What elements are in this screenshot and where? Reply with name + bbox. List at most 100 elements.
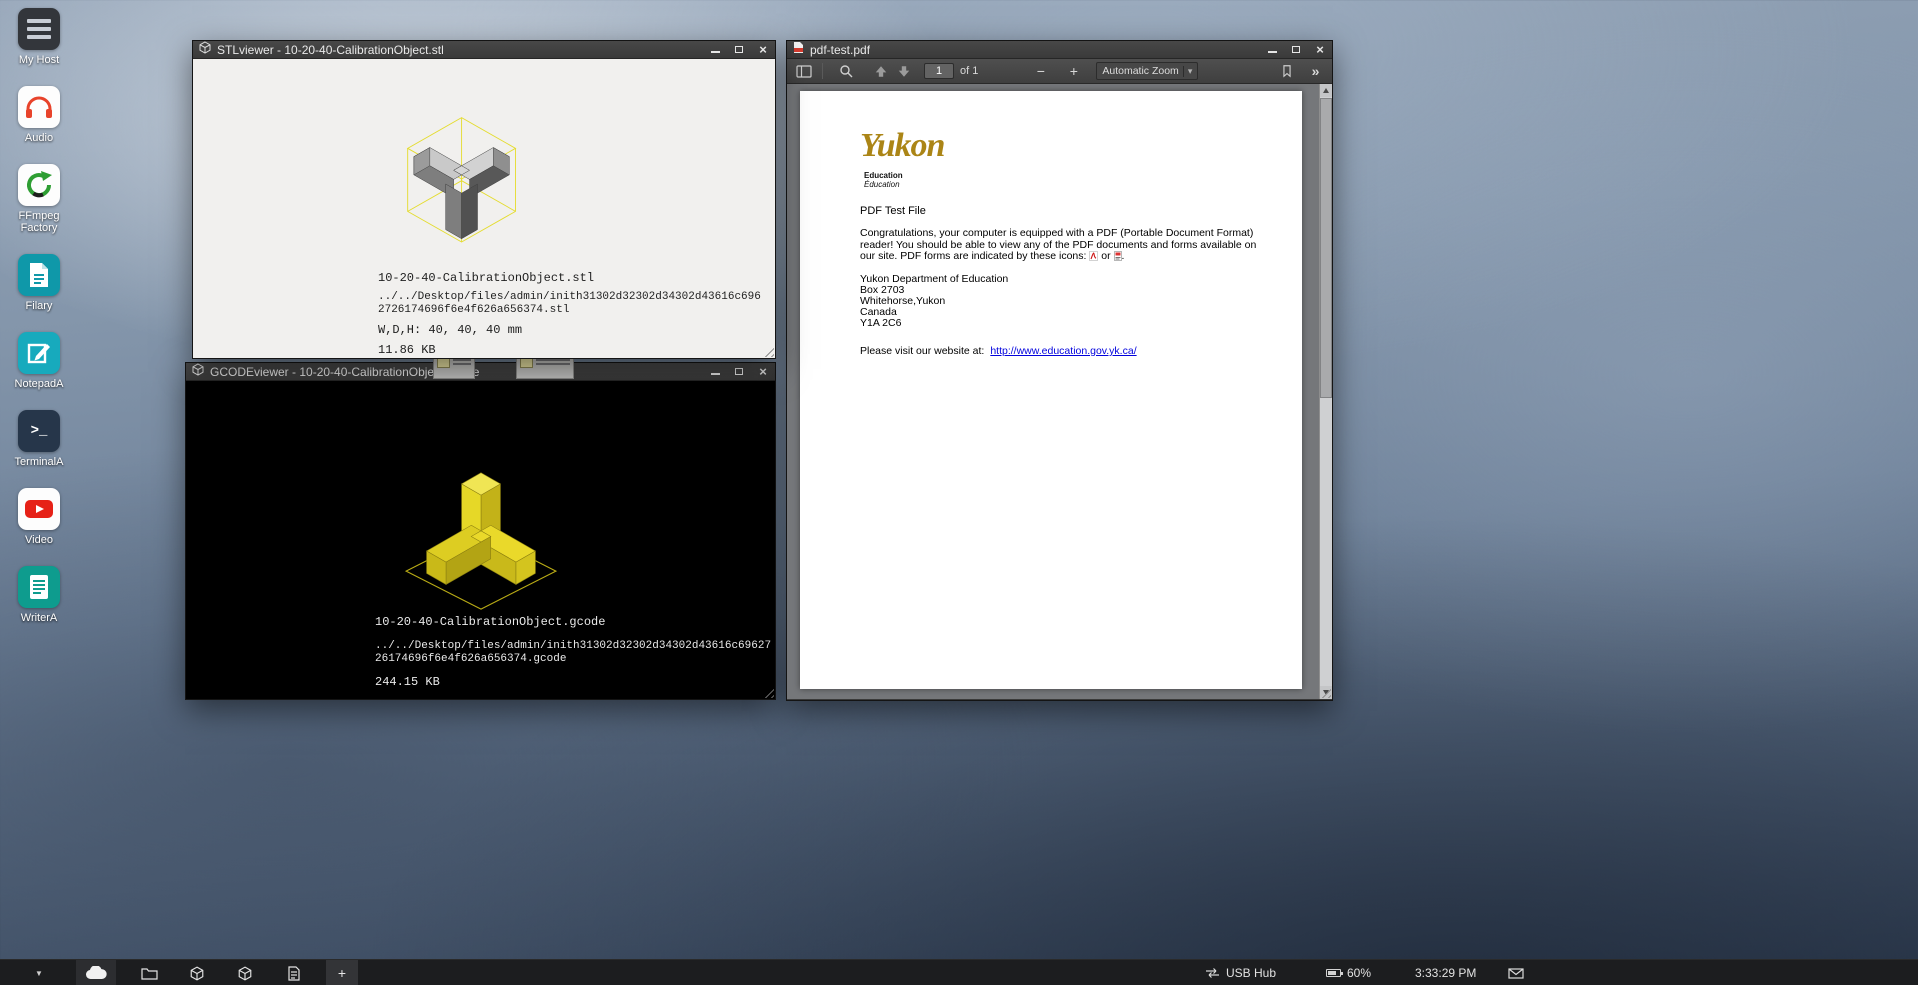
- desktop-icon-video[interactable]: Video: [18, 488, 60, 546]
- maximize-button[interactable]: [733, 44, 745, 56]
- taskbar-item-stlviewer[interactable]: [180, 960, 214, 985]
- battery-tray-item[interactable]: 60%: [1326, 960, 1371, 985]
- desktop-icon-label: TerminalA: [15, 456, 64, 468]
- close-button[interactable]: ×: [1314, 44, 1326, 56]
- mail-tray-item[interactable]: [1508, 960, 1524, 985]
- gcode-filename: 10-20-40-CalibrationObject.gcode: [375, 615, 771, 629]
- stl-titlebar[interactable]: STLviewer - 10-20-40-CalibrationObject.s…: [193, 41, 775, 59]
- document-heading: PDF Test File: [860, 205, 926, 217]
- cloud-icon: [85, 966, 107, 980]
- yukon-logo-subtitle-fr: Éducation: [864, 180, 900, 189]
- desktop-icon-my-host[interactable]: My Host: [18, 8, 60, 66]
- desktop-icon-label: My Host: [19, 54, 59, 66]
- desktop-icon-label: Audio: [25, 132, 53, 144]
- maximize-button[interactable]: [733, 366, 745, 378]
- headphones-icon: [18, 86, 60, 128]
- stl-dimensions: W,D,H: 40, 40, 40 mm: [378, 323, 761, 337]
- pdf-form-icon: [1114, 251, 1122, 265]
- page-number-input[interactable]: [924, 63, 954, 79]
- document-icon: [288, 966, 300, 981]
- scroll-up-arrow[interactable]: [1320, 84, 1332, 97]
- stl-file-info: 10-20-40-CalibrationObject.stl ../../Des…: [378, 271, 761, 357]
- zoom-out-button[interactable]: −: [1030, 61, 1051, 82]
- address-block: Yukon Department of Education Box 2703 W…: [860, 274, 1008, 329]
- website-link[interactable]: http://www.education.gov.yk.ca/: [990, 345, 1136, 357]
- desktop-icon-filary[interactable]: Filary: [18, 254, 60, 312]
- mail-icon: [1508, 968, 1524, 979]
- close-button[interactable]: ×: [757, 366, 769, 378]
- more-tools-button[interactable]: »: [1305, 61, 1326, 82]
- cube-icon: [192, 363, 204, 381]
- bookmark-icon[interactable]: [1276, 61, 1297, 82]
- gcode-titlebar[interactable]: GCODEviewer - 10-20-40-CalibrationObject…: [186, 363, 775, 381]
- stl-3d-preview: [377, 111, 547, 252]
- stlviewer-window: STLviewer - 10-20-40-CalibrationObject.s…: [192, 40, 776, 359]
- taskbar-item-gcodeviewer[interactable]: [228, 960, 262, 985]
- pdf-file-icon: [793, 41, 804, 59]
- stl-window-title: STLviewer - 10-20-40-CalibrationObject.s…: [217, 41, 444, 59]
- usb-icon: [1205, 967, 1220, 979]
- maximize-button[interactable]: [1290, 44, 1302, 56]
- usb-hub-label: USB Hub: [1226, 966, 1276, 980]
- gcode-viewport[interactable]: 10-20-40-CalibrationObject.gcode ../../D…: [186, 381, 775, 699]
- cube-icon: [190, 966, 204, 981]
- stl-filesize: 11.86 KB: [378, 343, 761, 357]
- minimize-button[interactable]: [1266, 44, 1278, 56]
- writer-icon: [18, 566, 60, 608]
- gcodeviewer-window: GCODEviewer - 10-20-40-CalibrationObject…: [185, 362, 776, 700]
- window-controls: ×: [1266, 44, 1326, 56]
- gcode-3d-preview: [386, 439, 576, 635]
- minimize-button[interactable]: [709, 44, 721, 56]
- resize-grip[interactable]: [761, 344, 774, 357]
- gcode-filepath: ../../Desktop/files/admin/inith31302d323…: [375, 640, 771, 666]
- cube-icon: [238, 966, 252, 981]
- desktop-icon-label: Filary: [26, 300, 53, 312]
- battery-icon: [1326, 969, 1341, 977]
- pdf-page: Yukon Education Éducation PDF Test File …: [800, 91, 1302, 689]
- taskbar-cloud-button[interactable]: [76, 960, 116, 985]
- desktop-icon-terminala[interactable]: >_ TerminalA: [15, 410, 64, 468]
- next-page-button[interactable]: [893, 61, 914, 82]
- pdf-window: pdf-test.pdf × of 1 − + Automatic Zoom ▾: [786, 40, 1333, 701]
- close-button[interactable]: ×: [757, 44, 769, 56]
- zoom-level-dropdown[interactable]: Automatic Zoom ▾: [1096, 62, 1198, 80]
- desktop-icon-notepada[interactable]: NotepadA: [15, 332, 64, 390]
- zoom-in-button[interactable]: +: [1063, 61, 1084, 82]
- gcode-file-info: 10-20-40-CalibrationObject.gcode ../../D…: [375, 615, 771, 689]
- taskbar-item-pdf-viewer[interactable]: [277, 960, 311, 985]
- gcode-filesize: 244.15 KB: [375, 675, 771, 689]
- desktop-icon-label: WriterA: [21, 612, 57, 624]
- document-paragraph: Congratulations, your computer is equipp…: [860, 228, 1260, 265]
- chevron-down-icon: ▾: [1183, 66, 1193, 77]
- clock-label: 3:33:29 PM: [1415, 966, 1476, 980]
- scroll-thumb[interactable]: [1320, 98, 1332, 398]
- battery-percent-label: 60%: [1347, 966, 1371, 980]
- toolbar-separator: [822, 63, 823, 79]
- ffmpeg-icon: [18, 164, 60, 206]
- previous-page-button[interactable]: [870, 61, 891, 82]
- terminal-prompt-glyph: >_: [31, 423, 48, 439]
- pdf-titlebar[interactable]: pdf-test.pdf ×: [787, 41, 1332, 59]
- taskbar-item-file-manager[interactable]: [132, 960, 166, 985]
- terminal-icon: >_: [18, 410, 60, 452]
- taskbar-new-button[interactable]: +: [326, 960, 358, 985]
- pdf-scrollbar[interactable]: [1319, 84, 1332, 699]
- desktop-icon-writera[interactable]: WriterA: [18, 566, 60, 624]
- window-controls: ×: [709, 44, 769, 56]
- usb-hub-tray-item[interactable]: USB Hub: [1205, 960, 1276, 985]
- desktop-icon-audio[interactable]: Audio: [18, 86, 60, 144]
- sidebar-toggle-button[interactable]: [793, 61, 814, 82]
- search-icon[interactable]: [835, 61, 856, 82]
- taskbar-menu-caret[interactable]: ▼: [28, 960, 50, 985]
- desktop-icon-ffmpeg-factory[interactable]: FFmpeg Factory: [10, 164, 68, 234]
- host-icon: [18, 8, 60, 50]
- pdf-content-area[interactable]: Yukon Education Éducation PDF Test File …: [787, 84, 1332, 699]
- stl-viewport[interactable]: 10-20-40-CalibrationObject.stl ../../Des…: [193, 59, 775, 358]
- zoom-level-label: Automatic Zoom: [1102, 65, 1178, 77]
- minimize-button[interactable]: [709, 366, 721, 378]
- stl-filepath: ../../Desktop/files/admin/inith31302d323…: [378, 291, 761, 317]
- desktop-icon-label: NotepadA: [15, 378, 64, 390]
- desktop-icon-label: Video: [25, 534, 53, 546]
- video-player-icon: [18, 488, 60, 530]
- clock[interactable]: 3:33:29 PM: [1415, 960, 1476, 985]
